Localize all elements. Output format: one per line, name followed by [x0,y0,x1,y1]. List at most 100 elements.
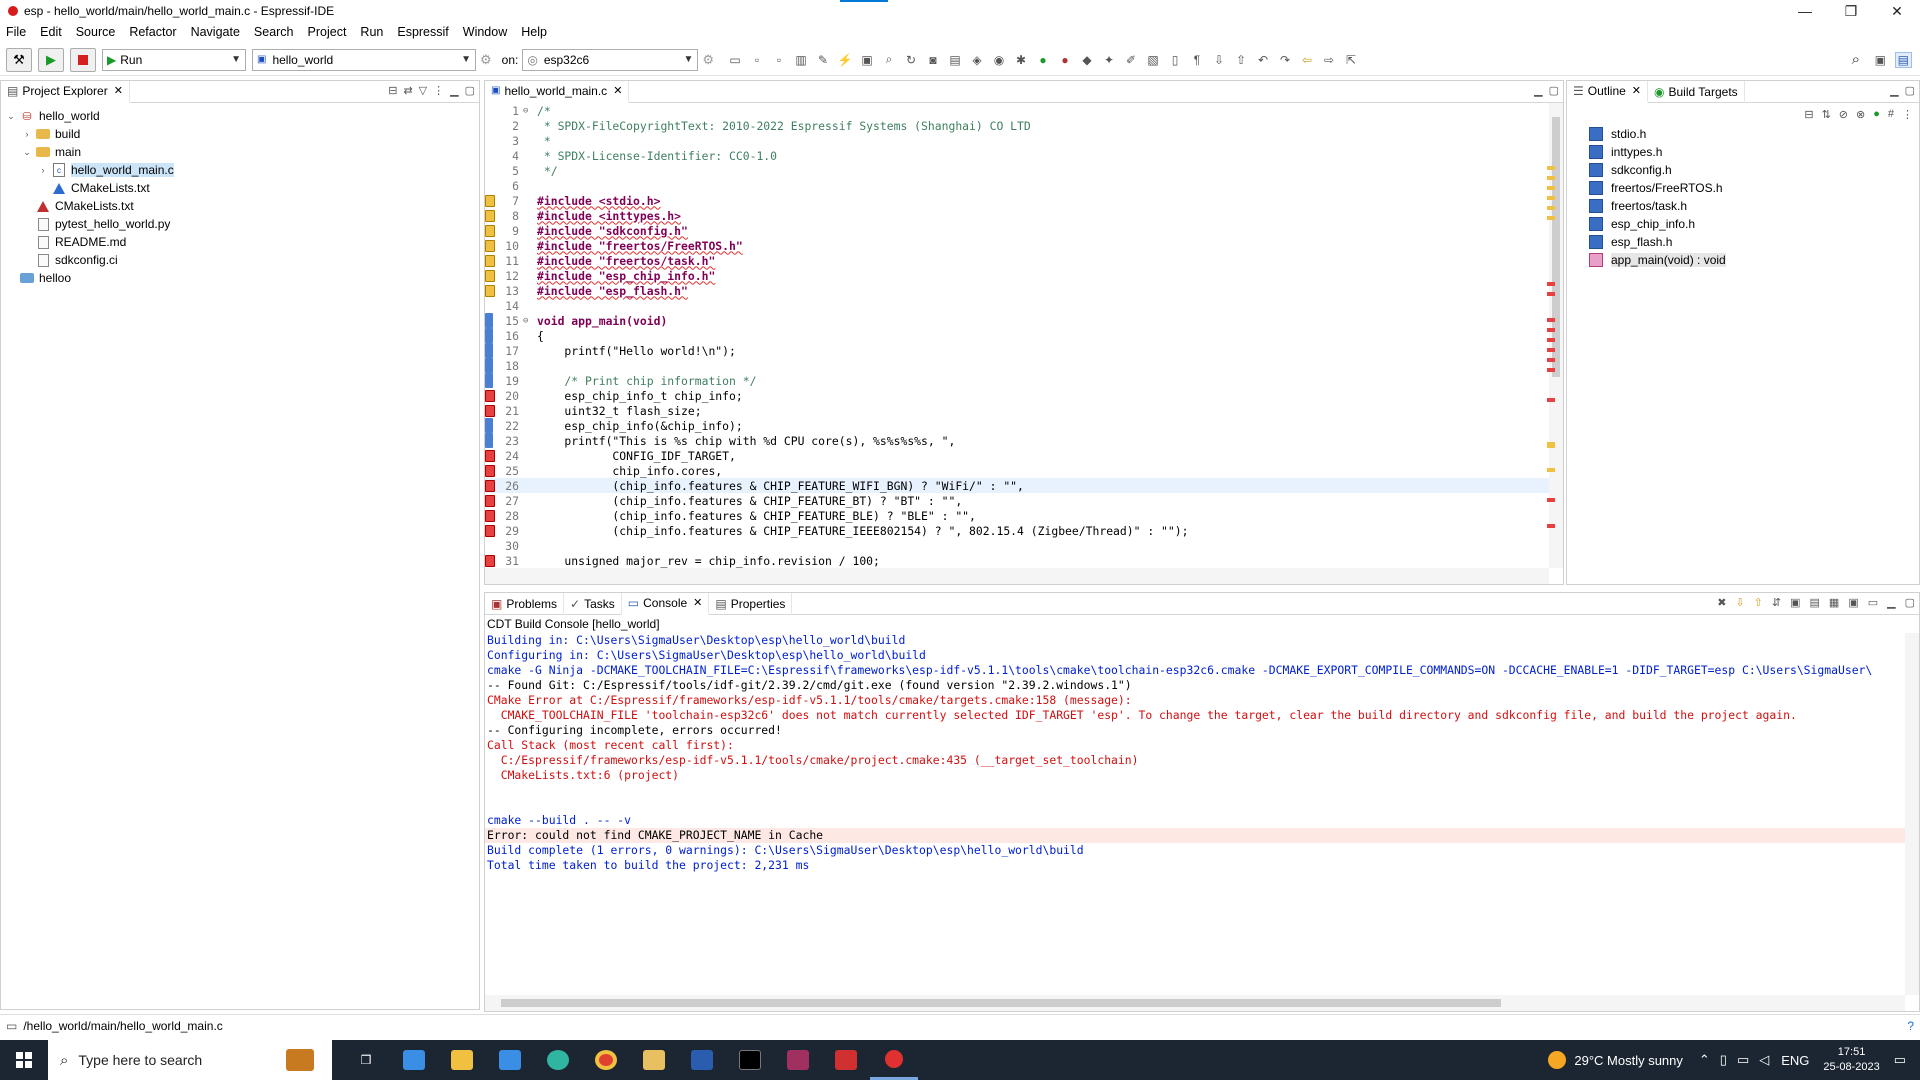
pin-console-icon[interactable]: ▦ [1829,596,1839,609]
tree-item-readme[interactable]: README.md [1,233,479,251]
notifications-icon[interactable]: ▭ [1894,1052,1906,1068]
error-marker-icon[interactable] [485,525,495,537]
menu-search[interactable]: Search [254,25,294,39]
outline-item[interactable]: freertos/task.h [1567,197,1919,215]
word-wrap-icon[interactable]: ▤ [1810,596,1820,609]
menu-help[interactable]: Help [521,25,547,39]
maximize-icon[interactable]: ▢ [465,84,475,97]
error-marker-icon[interactable] [485,450,495,462]
language-indicator[interactable]: ENG [1781,1053,1809,1068]
tree-item-main[interactable]: ⌄ main [1,143,479,161]
tab-problems[interactable]: ▣ Problems [485,592,565,615]
task-view-button[interactable]: ❒ [342,1040,390,1080]
scroll-lock-icon[interactable]: ⇵ [1772,596,1781,609]
pilcrow-icon[interactable]: ¶ [1186,53,1208,67]
close-button[interactable]: ✕ [1874,0,1920,22]
menu-run[interactable]: Run [360,25,383,39]
outline-item[interactable]: esp_chip_info.h [1567,215,1919,233]
wrench-icon[interactable]: ✎ [812,53,834,67]
chevron-down-icon[interactable]: ⌄ [5,111,17,122]
camera-icon[interactable]: ◙ [922,53,944,67]
forward-icon[interactable]: ⇨ [1318,53,1340,67]
error-marker-icon[interactable] [485,510,495,522]
save-all-icon[interactable]: ▫ [768,53,790,67]
build-button[interactable]: ⚒ [6,47,32,72]
close-icon[interactable]: ✕ [613,84,622,97]
tab-tasks[interactable]: ✓ Tasks [564,592,622,615]
tree-item-hello-world[interactable]: ⌄ ⛁ hello_world [1,107,479,125]
collapse-all-icon[interactable]: ⊟ [388,84,397,97]
block-icon[interactable]: ▯ [1164,53,1186,67]
tablet-icon[interactable]: ▯ [1720,1052,1727,1068]
outline-item[interactable]: sdkconfig.h [1567,161,1919,179]
next-error-icon[interactable]: ⇩ [1735,596,1744,609]
outline-item[interactable]: freertos/FreeRTOS.h [1567,179,1919,197]
hide-nonpublic-icon[interactable]: ● [1873,108,1880,120]
outline-item[interactable]: app_main(void) : void [1567,251,1919,269]
open-type-icon[interactable]: ◆ [1076,53,1098,67]
chevron-right-icon[interactable]: › [37,165,49,175]
tab-properties[interactable]: ▤ Properties [709,592,793,615]
error-marker-icon[interactable] [485,495,495,507]
flash-icon[interactable]: ⚡ [834,53,856,67]
view-menu-icon[interactable]: ⋮ [1902,108,1913,121]
maximize-icon[interactable]: ▢ [1549,84,1559,97]
minimize-icon[interactable]: ▁ [1887,596,1895,609]
close-icon[interactable]: ✕ [114,84,123,97]
error-marker-icon[interactable] [485,480,495,492]
menu-edit[interactable]: Edit [40,25,62,39]
error-marker-icon[interactable] [485,555,495,567]
filter-icon[interactable]: ▽ [419,84,427,97]
outline-item[interactable]: inttypes.h [1567,143,1919,161]
warning-marker-icon[interactable] [485,255,495,267]
network-icon[interactable]: ▭ [1737,1052,1749,1068]
console-horizontal-scrollbar[interactable] [485,995,1905,1011]
editor-horizontal-scrollbar[interactable] [485,568,1549,584]
warning-marker-icon[interactable] [485,285,495,297]
warning-marker-icon[interactable] [485,225,495,237]
sort-icon[interactable]: ⇅ [1822,108,1831,121]
outline-item[interactable]: stdio.h [1567,125,1919,143]
espressif-ide-app[interactable] [870,1040,918,1080]
outline-item[interactable]: esp_flash.h [1567,233,1919,251]
minimize-icon[interactable]: ▁ [1890,84,1898,97]
mail-app[interactable] [486,1040,534,1080]
terminal-app[interactable] [630,1040,678,1080]
tree-item-main-cmakelists[interactable]: CMakeLists.txt [1,179,479,197]
launch-config-select[interactable]: ▣ hello_world ▼ [252,48,476,71]
search-file-icon[interactable]: ⌕ [878,52,900,67]
chevron-up-icon[interactable]: ⌃ [1699,1052,1710,1068]
tree-item-helloo[interactable]: helloo [1,269,479,287]
warning-marker-icon[interactable] [485,195,495,207]
tree-item-pytest[interactable]: pytest_hello_world.py [1,215,479,233]
tree-item-sdkconfig-ci[interactable]: sdkconfig.ci [1,251,479,269]
overview-ruler[interactable] [1545,102,1557,572]
package-icon[interactable]: ▤ [944,53,966,67]
launch-button[interactable]: ▶ [38,47,64,72]
new-class-icon[interactable]: ◈ [966,53,988,67]
minimize-button[interactable]: — [1782,0,1828,22]
chevron-down-icon[interactable]: ⌄ [21,147,33,158]
start-button[interactable] [0,1040,48,1080]
search-icon[interactable]: ⌕ [1852,51,1860,68]
monitor-icon[interactable]: ▣ [856,53,878,67]
run-icon[interactable]: ● [1032,53,1054,67]
collapse-all-icon[interactable]: ⊟ [1804,108,1813,121]
tab-project-explorer[interactable]: ▤ Project Explorer ✕ [1,80,130,103]
menu-project[interactable]: Project [308,25,347,39]
view-menu-icon[interactable]: ⋮ [433,84,444,97]
display-console-icon[interactable]: ▣ [1848,596,1858,609]
target-select[interactable]: ◎ esp32c6 ▼ [522,48,699,71]
close-icon[interactable]: ✕ [1632,84,1641,97]
tab-console[interactable]: ▭ Console ✕ [621,592,710,615]
save-icon[interactable]: ▫ [746,53,768,67]
close-icon[interactable]: ✕ [693,596,702,609]
error-marker-icon[interactable] [485,390,495,402]
chrome-app[interactable] [582,1040,630,1080]
prev-error-icon[interactable]: ⇧ [1754,596,1763,609]
launch-mode-select[interactable]: ▶ Run ▼ [102,48,246,71]
stop-button[interactable] [70,47,96,72]
link-editor-icon[interactable]: ⇄ [403,84,412,97]
menu-espressif[interactable]: Espressif [397,25,448,39]
print-icon[interactable]: ▥ [790,53,812,67]
